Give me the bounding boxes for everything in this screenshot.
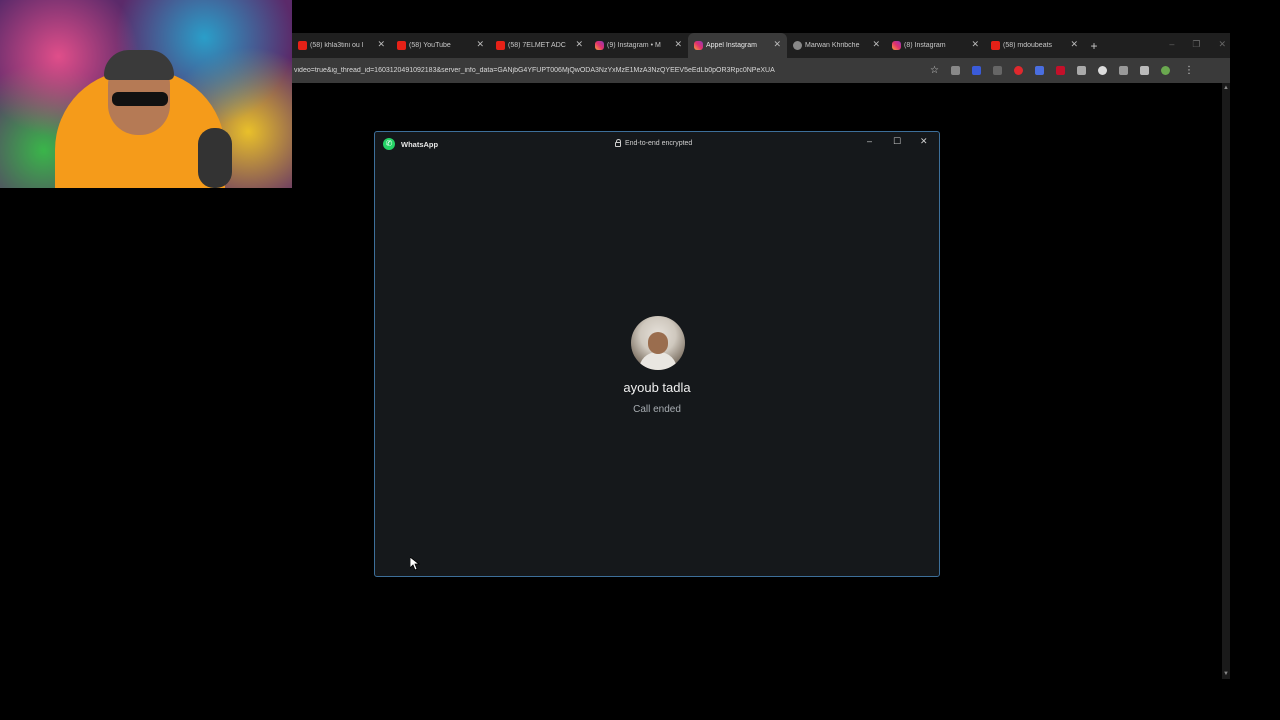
webcam-hair	[104, 50, 174, 80]
extension-icon[interactable]	[1013, 66, 1023, 75]
scroll-up-icon[interactable]: ▲	[1223, 85, 1229, 91]
close-icon[interactable]: ✕	[1218, 39, 1226, 50]
bookmark-star-icon[interactable]: ☆	[930, 65, 939, 76]
minimize-icon[interactable]: –	[1169, 39, 1174, 50]
tab-title: (8) Instagram	[904, 42, 946, 49]
call-status: Call ended	[633, 404, 681, 415]
scrollbar[interactable]: ▲ ▼	[1222, 83, 1230, 679]
browser-tab[interactable]: (9) Instagram • M ✕	[589, 33, 688, 58]
extension-icon[interactable]	[1097, 66, 1107, 75]
encryption-label: End-to-end encrypted	[625, 140, 693, 147]
ublock-icon[interactable]	[1055, 66, 1065, 75]
close-tab-icon[interactable]: ✕	[773, 39, 781, 50]
instagram-icon	[595, 41, 604, 50]
tab-title: Marwan Khribche	[805, 42, 860, 49]
browser-tab[interactable]: (58) mdoubeats ✕	[985, 33, 1084, 58]
avatar-face	[648, 332, 668, 354]
avatar-body	[639, 352, 677, 370]
instagram-icon	[694, 41, 703, 50]
new-tab-button[interactable]: +	[1084, 39, 1104, 53]
youtube-icon	[991, 41, 1000, 50]
close-tab-icon[interactable]: ✕	[872, 39, 880, 50]
extension-icon[interactable]	[1034, 66, 1044, 75]
tab-title: (58) mdoubeats	[1003, 42, 1053, 49]
youtube-icon	[496, 41, 505, 50]
youtube-icon	[298, 41, 307, 50]
download-icon[interactable]	[1076, 66, 1086, 75]
maximize-button[interactable]: ☐	[893, 136, 901, 147]
close-tab-icon[interactable]: ✕	[971, 39, 979, 50]
tab-title: (58) khla3tini ou l	[310, 42, 364, 49]
browser-tab-active[interactable]: Appel Instagram ✕	[688, 33, 787, 58]
address-bar: video=true&ig_thread_id=1603120491092183…	[292, 58, 1230, 83]
caller-avatar	[631, 316, 685, 370]
whatsapp-call-window: ✆ WhatsApp End-to-end encrypted – ☐ ✕ ay…	[374, 131, 940, 577]
close-button[interactable]: ✕	[920, 136, 928, 147]
browser-window-controls: – ❐ ✕	[1169, 39, 1226, 50]
tab-title: Appel Instagram	[706, 42, 757, 49]
microphone	[198, 128, 232, 188]
profile-avatar-icon[interactable]	[1160, 66, 1170, 75]
webcam-overlay	[0, 0, 292, 188]
browser-tab[interactable]: (8) Instagram ✕	[886, 33, 985, 58]
lock-icon	[615, 139, 621, 147]
window-titlebar[interactable]: ✆ WhatsApp End-to-end encrypted – ☐ ✕	[375, 132, 939, 156]
webcam-glasses	[112, 92, 168, 106]
extension-icon[interactable]	[992, 66, 1002, 75]
browser-tab[interactable]: Marwan Khribche ✕	[787, 33, 886, 58]
browser-tab[interactable]: (58) khla3tini ou l ✕	[292, 33, 391, 58]
close-tab-icon[interactable]: ✕	[674, 39, 682, 50]
minimize-button[interactable]: –	[867, 136, 872, 146]
restore-icon[interactable]: ❐	[1192, 39, 1200, 50]
app-name: WhatsApp	[401, 140, 439, 149]
browser-tab[interactable]: (58) 7ELMET ADC ✕	[490, 33, 589, 58]
extension-icon[interactable]	[971, 66, 981, 75]
tab-bar: (58) khla3tini ou l ✕ (58) YouTube ✕ (58) …	[292, 33, 1230, 58]
tab-title: (58) 7ELMET ADC	[508, 42, 566, 49]
extension-icon[interactable]	[950, 66, 960, 75]
instagram-icon	[892, 41, 901, 50]
encryption-notice: End-to-end encrypted	[615, 139, 693, 147]
caller-name: ayoub tadla	[623, 380, 691, 395]
close-tab-icon[interactable]: ✕	[575, 39, 583, 50]
puzzle-icon[interactable]	[1118, 66, 1128, 75]
url-field[interactable]: video=true&ig_thread_id=1603120491092183…	[292, 67, 892, 74]
scroll-down-icon[interactable]: ▼	[1223, 671, 1229, 677]
avatar-icon	[793, 41, 802, 50]
whatsapp-logo-icon: ✆	[383, 138, 395, 150]
media-control-icon[interactable]	[1139, 66, 1149, 75]
tab-title: (9) Instagram • M	[607, 42, 661, 49]
youtube-icon	[397, 41, 406, 50]
close-tab-icon[interactable]: ✕	[377, 39, 385, 50]
close-tab-icon[interactable]: ✕	[476, 39, 484, 50]
screen: (58) khla3tini ou l ✕ (58) YouTube ✕ (58) …	[0, 0, 1280, 720]
tab-title: (58) YouTube	[409, 42, 451, 49]
more-menu-icon[interactable]: ⋮	[1184, 65, 1194, 76]
close-tab-icon[interactable]: ✕	[1070, 39, 1078, 50]
browser-tab[interactable]: (58) YouTube ✕	[391, 33, 490, 58]
